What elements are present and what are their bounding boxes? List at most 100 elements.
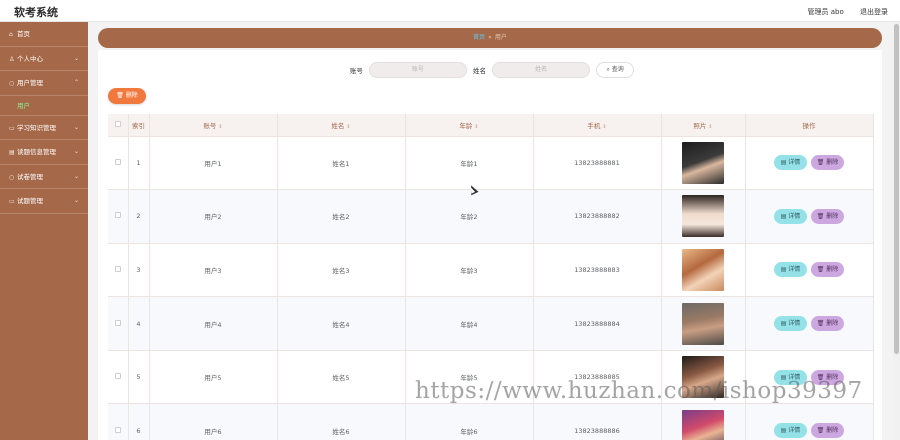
sidebar-item-profile[interactable]: ♙ 个人中心 ⌄ bbox=[0, 47, 88, 71]
name-input[interactable]: 姓名 bbox=[492, 62, 591, 78]
sort-icon[interactable]: ⇕ bbox=[602, 124, 606, 130]
detail-button[interactable]: ▤ 详情 bbox=[774, 155, 807, 171]
header-account-label: 账号 bbox=[203, 121, 217, 130]
account-cell: 用户4 bbox=[149, 296, 278, 351]
logout-link[interactable]: 退出登录 bbox=[860, 8, 888, 16]
name-label: 姓名 bbox=[473, 67, 486, 75]
index-cell: 1 bbox=[128, 136, 150, 191]
row-checkbox[interactable] bbox=[114, 212, 121, 219]
header-photo[interactable]: 照片 ⇕ bbox=[661, 114, 746, 137]
sidebar-item-label: 读题信息管理 bbox=[17, 148, 56, 156]
sidebar-item-questions[interactable]: ▭ 试题管理 ⌄ bbox=[0, 189, 88, 214]
age-cell: 年龄4 bbox=[405, 296, 534, 351]
detail-button[interactable]: ▤ 详情 bbox=[774, 423, 807, 439]
breadcrumb-home[interactable]: 首页 bbox=[473, 34, 485, 41]
table-row: 4 用户4 姓名4 年龄4 13823888884 ▤ 详情 🗑 删除 bbox=[108, 296, 874, 351]
delete-button[interactable]: 🗑 删除 bbox=[811, 262, 844, 278]
row-checkbox[interactable] bbox=[114, 319, 121, 326]
user-photo[interactable] bbox=[682, 195, 724, 238]
index-cell: 4 bbox=[128, 296, 150, 351]
sidebar-item-label: 试题管理 bbox=[17, 197, 43, 205]
trash-icon: 🗑 bbox=[816, 266, 825, 274]
user-photo[interactable] bbox=[682, 302, 724, 345]
header-age[interactable]: 年龄 ⇕ bbox=[405, 114, 534, 137]
detail-label: 详情 bbox=[788, 266, 801, 274]
header-phone[interactable]: 手机 ⇕ bbox=[533, 114, 662, 137]
scrollbar-thumb[interactable] bbox=[894, 24, 899, 354]
header-index: 索引 bbox=[128, 114, 150, 137]
page-scrollbar[interactable] bbox=[893, 22, 900, 440]
breadcrumb-separator: » bbox=[488, 34, 492, 41]
user-photo[interactable] bbox=[682, 141, 724, 184]
chevron-down-icon: ⌄ bbox=[73, 148, 79, 155]
detail-button[interactable]: ▤ 详情 bbox=[774, 208, 807, 224]
row-select-cell bbox=[108, 243, 129, 298]
account-cell: 用户2 bbox=[149, 189, 278, 244]
row-select-cell bbox=[108, 189, 129, 244]
sidebar-item-label: 用户管理 bbox=[17, 79, 43, 87]
user-photo[interactable] bbox=[682, 248, 724, 291]
sidebar-subitem-users[interactable]: 用户 bbox=[0, 96, 88, 116]
row-select-cell bbox=[108, 403, 129, 440]
name-cell: 姓名1 bbox=[277, 136, 406, 191]
detail-icon: ▤ bbox=[780, 320, 787, 328]
delete-button[interactable]: 🗑 删除 bbox=[811, 155, 844, 171]
delete-button[interactable]: 🗑 删除 bbox=[811, 423, 844, 439]
delete-label: 删除 bbox=[826, 320, 839, 328]
actions-cell: ▤ 详情 🗑 删除 bbox=[745, 243, 874, 298]
detail-icon: ▤ bbox=[780, 427, 787, 435]
book-icon: ▭ bbox=[9, 124, 15, 132]
header-account[interactable]: 账号 ⇕ bbox=[149, 114, 278, 137]
user-photo[interactable] bbox=[682, 409, 724, 440]
header-name[interactable]: 姓名 ⇕ bbox=[277, 114, 406, 137]
phone-cell: 13823888884 bbox=[533, 296, 662, 351]
batch-delete-button[interactable]: 🗑 删除 bbox=[108, 88, 146, 104]
photo-cell bbox=[661, 403, 746, 440]
delete-label: 删除 bbox=[826, 212, 839, 220]
phone-cell: 13823888883 bbox=[533, 243, 662, 298]
detail-label: 详情 bbox=[788, 159, 801, 167]
row-checkbox[interactable] bbox=[114, 265, 121, 272]
detail-icon: ▤ bbox=[780, 266, 787, 274]
account-cell: 用户6 bbox=[149, 403, 278, 440]
sidebar-item-exam-papers[interactable]: ○ 试卷管理 ⌄ bbox=[0, 165, 88, 189]
sidebar-item-user-management[interactable]: ○ 用户管理 ⌃ bbox=[0, 71, 88, 96]
age-cell: 年龄2 bbox=[405, 189, 534, 244]
search-button[interactable]: ⌕ 查询 bbox=[596, 62, 635, 78]
row-checkbox[interactable] bbox=[114, 158, 121, 165]
sidebar-item-question-info[interactable]: ▤ 读题信息管理 ⌄ bbox=[0, 140, 88, 165]
actions-cell: ▤ 详情 🗑 删除 bbox=[745, 296, 874, 351]
sort-icon[interactable]: ⇕ bbox=[474, 124, 478, 130]
paper-icon: ○ bbox=[9, 173, 15, 181]
age-cell: 年龄6 bbox=[405, 403, 534, 440]
age-cell: 年龄1 bbox=[405, 136, 534, 191]
name-cell: 姓名5 bbox=[277, 350, 406, 405]
trash-icon: 🗑 bbox=[116, 92, 124, 99]
phone-cell: 13823888886 bbox=[533, 403, 662, 440]
sort-icon[interactable]: ⇕ bbox=[708, 124, 712, 130]
delete-label: 删除 bbox=[826, 159, 839, 167]
header-select-all[interactable] bbox=[108, 114, 129, 137]
detail-button[interactable]: ▤ 详情 bbox=[774, 316, 807, 332]
index-cell: 6 bbox=[128, 403, 150, 440]
user-area: 管理员 abo 退出登录 bbox=[794, 7, 888, 17]
sidebar-item-label: 学习知识管理 bbox=[17, 123, 56, 132]
sort-icon[interactable]: ⇕ bbox=[218, 124, 222, 130]
sort-icon[interactable]: ⇕ bbox=[346, 124, 350, 130]
app-title: 软考系统 bbox=[14, 6, 58, 19]
row-checkbox[interactable] bbox=[114, 373, 121, 380]
account-input[interactable]: 账号 bbox=[368, 62, 467, 78]
row-checkbox[interactable] bbox=[114, 426, 121, 433]
table-row: 3 用户3 姓名3 年龄3 13823888883 ▤ 详情 🗑 删除 bbox=[108, 243, 874, 298]
top-bar: 软考系统 管理员 abo 退出登录 bbox=[0, 0, 900, 22]
delete-button[interactable]: 🗑 删除 bbox=[811, 208, 844, 224]
select-all-checkbox[interactable] bbox=[114, 120, 121, 127]
table-row: 2 用户2 姓名2 年龄2 13823888882 ▤ 详情 🗑 删除 bbox=[108, 189, 874, 244]
sidebar-item-home[interactable]: ⌂ 首页 bbox=[0, 22, 88, 47]
user-icon: ♙ bbox=[9, 55, 15, 63]
detail-button[interactable]: ▤ 详情 bbox=[774, 262, 807, 278]
phone-cell: 13823888881 bbox=[533, 136, 662, 191]
delete-button[interactable]: 🗑 删除 bbox=[811, 316, 844, 332]
sidebar-item-study-knowledge[interactable]: ▭ 学习知识管理 ⌄ bbox=[0, 116, 88, 140]
table-header-row: 索引 账号 ⇕ 姓名 ⇕ 年龄 ⇕ 手机 ⇕ 照片 ⇕ 操作 bbox=[108, 114, 874, 137]
